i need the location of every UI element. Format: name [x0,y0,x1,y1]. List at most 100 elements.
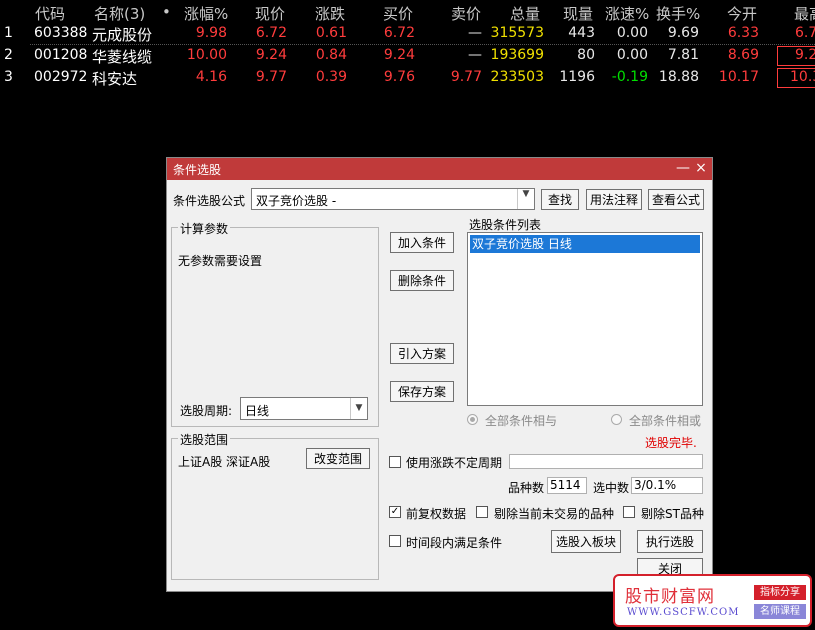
table-row[interactable]: 3 002972 科安达 4.16 9.77 0.39 9.76 9.77 23… [0,67,815,89]
col-header-speed[interactable]: 涨速% [605,3,649,24]
change: 0.84 [315,47,347,63]
scope-group: 选股范围 上证A股 深证A股 改变范围 [171,431,379,580]
conditions-title: 选股条件列表 [469,218,542,232]
col-header-ask[interactable]: 卖价 [451,3,481,24]
col-header-cur-volume[interactable]: 现量 [563,3,593,24]
open-price: 8.69 [727,47,759,63]
list-item[interactable]: 双子竞价选股 日线 [470,235,700,253]
col-header-code[interactable]: 代码 [35,3,65,24]
table-row[interactable]: 2 001208 华菱线缆 10.00 9.24 0.84 9.24 — 193… [0,45,815,67]
change: 0.61 [315,25,347,41]
speed: 0.00 [616,47,648,63]
chevron-down-icon[interactable]: ▼ [517,189,534,209]
dialog-title-bar[interactable]: 条件选股 — × [167,158,712,180]
time-range-label: 时间段内满足条件 [406,536,503,550]
add-condition-button[interactable]: 加入条件 [390,232,454,253]
scope-title: 选股范围 [178,431,231,448]
table-row[interactable]: 1 603388 元成股份 9.98 6.72 0.61 6.72 — 3155… [0,23,815,45]
high-price-highlight [777,68,815,88]
variety-count: 5114 [547,477,587,494]
turnover: 7.81 [667,47,699,63]
bid-price: 9.76 [383,69,415,85]
close-icon[interactable]: × [693,159,709,177]
stock-code: 603388 [34,25,88,41]
col-header-name[interactable]: 名称(3) [94,3,145,24]
watermark-logo: 股市财富网 WWW.GSCFW.COM 指标分享 名师课程 [613,574,812,627]
exclude-st-label: 剔除ST品种 [641,507,704,521]
speed: -0.19 [611,69,648,85]
minimize-icon[interactable]: — [675,159,691,177]
find-button[interactable]: 查找 [541,189,579,210]
chevron-down-icon[interactable]: ▼ [350,398,367,419]
change-scope-button[interactable]: 改变范围 [306,448,370,469]
period-label: 选股周期: [180,404,233,418]
watermark-title: 股市财富网 [625,587,715,607]
col-header-turnover[interactable]: 换手% [656,3,700,24]
irregular-period-checkbox[interactable] [389,456,401,468]
formula-value: 双子竞价选股 - [256,194,337,208]
stock-screener-dialog: 条件选股 — × 条件选股公式 双子竞价选股 - ▼ 查找 用法注释 查看公式 … [166,157,713,592]
radio-or[interactable] [611,414,622,425]
radio-and-label: 全部条件相与 [485,414,558,428]
volume: 193699 [490,47,544,63]
col-header-volume[interactable]: 总量 [510,3,540,24]
params-text: 无参数需要设置 [178,254,263,268]
stock-code: 002972 [34,69,88,85]
stock-code: 001208 [34,47,88,63]
watermark-tag-course: 名师课程 [754,604,806,619]
formula-select[interactable]: 双子竞价选股 - ▼ [251,188,535,210]
radio-and[interactable] [467,414,478,425]
bid-price: 6.72 [383,25,415,41]
turnover: 9.69 [667,25,699,41]
speed: 0.00 [616,25,648,41]
open-price: 6.33 [727,25,759,41]
pct-change: 10.00 [186,47,227,63]
variety-label: 品种数 [508,481,545,495]
current-volume: 443 [568,25,595,41]
run-screen-button[interactable]: 执行选股 [637,530,703,553]
conditions-list[interactable]: 双子竞价选股 日线 [467,232,703,406]
stock-name: 华菱线缆 [92,48,153,66]
usage-notes-button[interactable]: 用法注释 [586,189,642,210]
price: 9.77 [255,69,287,85]
period-select[interactable]: 日线 ▼ [240,397,368,420]
ask-price: 9.77 [450,69,482,85]
col-header-price[interactable]: 现价 [255,3,285,24]
col-header-pct[interactable]: 涨幅% [184,3,228,24]
watermark-url: WWW.GSCFW.COM [627,607,740,618]
exclude-st-checkbox[interactable] [623,506,635,518]
col-header-dot: • [162,3,171,21]
params-group: 计算参数 无参数需要设置 选股周期: 日线 ▼ [171,220,379,427]
open-price: 10.17 [718,69,759,85]
params-title: 计算参数 [178,220,231,237]
volume: 233503 [490,69,544,85]
current-volume: 1196 [559,69,595,85]
stock-name: 元成股份 [92,26,153,44]
exclude-untraded-checkbox[interactable] [476,506,488,518]
time-range-checkbox[interactable] [389,535,401,547]
price: 9.24 [255,47,287,63]
irregular-period-label: 使用涨跌不定周期 [406,456,503,470]
import-plan-button[interactable]: 引入方案 [390,343,454,364]
row-index: 2 [4,47,13,63]
pct-change: 4.16 [195,69,227,85]
irregular-period-input[interactable] [509,454,703,469]
view-formula-button[interactable]: 查看公式 [648,189,704,210]
col-header-change[interactable]: 涨跌 [315,3,345,24]
col-header-bid[interactable]: 买价 [383,3,413,24]
col-header-open[interactable]: 今开 [727,3,757,24]
status-text: 选股完毕. [645,436,697,450]
col-header-high[interactable]: 最高 [794,3,815,24]
row-index: 3 [4,69,13,85]
turnover: 18.88 [658,69,699,85]
selected-label: 选中数 [593,481,630,495]
scope-text: 上证A股 深证A股 [178,455,271,469]
high-price-highlight [777,46,815,66]
exclude-untraded-label: 剔除当前未交易的品种 [494,507,615,521]
dialog-title: 条件选股 [173,163,222,177]
current-volume: 80 [577,47,595,63]
delete-condition-button[interactable]: 删除条件 [390,270,454,291]
save-plan-button[interactable]: 保存方案 [390,381,454,402]
to-block-button[interactable]: 选股入板块 [551,530,621,553]
adjust-checkbox[interactable]: ✓ [389,506,401,518]
